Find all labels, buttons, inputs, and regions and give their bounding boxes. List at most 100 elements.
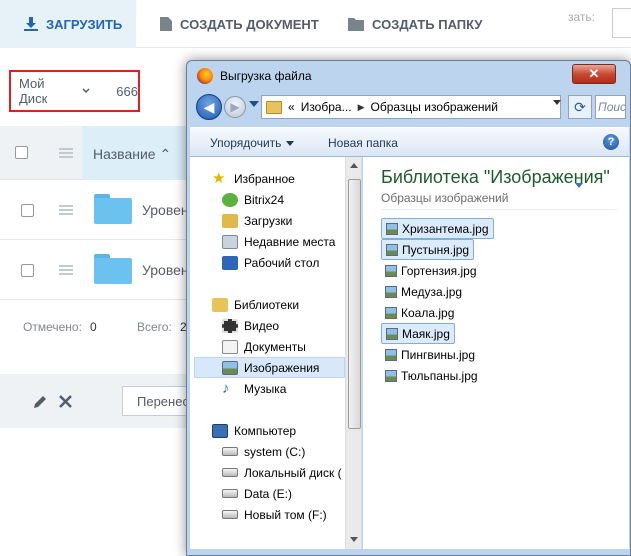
images-icon	[222, 360, 238, 375]
file-upload-dialog: Выгрузка файла ✕ ◀ ▶ « Изобра... ▶ Образ…	[186, 60, 631, 556]
create-document-label: СОЗДАТЬ ДОКУМЕНТ	[180, 16, 319, 32]
close-button[interactable]: ✕	[572, 64, 616, 84]
chevron-down-icon	[82, 88, 90, 94]
file-item[interactable]: Коала.jpg	[381, 302, 458, 323]
help-icon[interactable]: ?	[603, 134, 619, 150]
nav-video[interactable]: Видео	[222, 315, 361, 336]
pencil-icon[interactable]	[32, 394, 48, 410]
file-item[interactable]: Пустыня.jpg	[381, 239, 475, 260]
nav-drive-f[interactable]: Новый том (F:)	[222, 504, 361, 525]
row-menu-icon[interactable]	[59, 205, 73, 215]
address-part-1[interactable]: Изобра...	[301, 100, 352, 114]
image-file-icon	[385, 264, 397, 277]
select-all-checkbox[interactable]	[15, 146, 28, 159]
file-name: Гортензия.jpg	[401, 263, 477, 278]
new-folder-button[interactable]: Новая папка	[328, 136, 398, 150]
address-dropdown-icon[interactable]	[553, 100, 561, 105]
nav-bitrix24[interactable]: Bitrix24	[222, 189, 361, 210]
nav-libraries[interactable]: Библиотеки	[212, 294, 361, 315]
image-file-icon	[385, 369, 397, 382]
organize-button[interactable]: Упорядочить	[210, 136, 295, 150]
breadcrumb-arrow-icon: ▶	[357, 101, 365, 112]
drive-icon	[222, 447, 238, 456]
row-checkbox[interactable]	[21, 204, 34, 217]
file-item[interactable]: Медуза.jpg	[381, 281, 466, 302]
checked-value: 0	[90, 320, 97, 334]
row-name[interactable]: Уровен	[142, 202, 189, 218]
refresh-icon[interactable]: ⟳	[568, 95, 592, 119]
nav-favorites[interactable]: ★ Избранное	[212, 168, 361, 189]
nav-recent-places[interactable]: Недавние места	[222, 231, 361, 252]
file-item[interactable]: Гортензия.jpg	[381, 260, 481, 281]
row-checkbox[interactable]	[21, 264, 34, 277]
computer-icon	[212, 423, 228, 438]
navigation-bar: ◀ ▶ « Изобра... ▶ Образцы изображений ⟳ …	[193, 93, 626, 123]
folder-icon	[266, 100, 282, 114]
address-prefix: «	[288, 100, 295, 114]
nav-scrollbar[interactable]	[345, 157, 361, 549]
file-name: Коала.jpg	[401, 305, 455, 320]
nav-music[interactable]: ♪ Музыка	[222, 378, 361, 399]
file-name: Маяк.jpg	[402, 326, 450, 341]
download-icon	[24, 17, 38, 31]
file-item[interactable]: Маяк.jpg	[381, 323, 455, 344]
nav-local-disk[interactable]: Локальный диск (	[222, 462, 361, 483]
file-name: Пингвины.jpg	[401, 347, 476, 362]
document-icon	[160, 17, 172, 31]
desktop-icon	[222, 255, 238, 270]
dialog-search-input[interactable]: Поиск	[595, 95, 626, 119]
forward-arrow-icon[interactable]: ▶	[224, 96, 246, 118]
drive-icon	[222, 489, 238, 498]
drive-icon	[222, 510, 238, 519]
row-menu-icon[interactable]	[59, 265, 73, 275]
video-icon	[222, 318, 238, 333]
checked-label: Отмечено:	[23, 320, 82, 334]
file-item[interactable]: Тюльпаны.jpg	[381, 365, 482, 386]
recent-places-icon	[222, 234, 238, 249]
disk-count: 666	[116, 83, 138, 99]
sort-arrow-icon: ⌃	[159, 146, 172, 162]
column-name-header[interactable]: Название ⌃	[93, 146, 171, 163]
create-document-button[interactable]: СОЗДАТЬ ДОКУМЕНТ	[160, 0, 319, 48]
image-file-icon	[386, 222, 398, 235]
nav-drive-c[interactable]: system (C:)	[222, 441, 361, 462]
address-bar[interactable]: « Изобра... ▶ Образцы изображений	[261, 95, 561, 119]
nav-downloads[interactable]: Загрузки	[222, 210, 361, 231]
arrange-dropdown-icon[interactable]	[575, 183, 583, 188]
menu-icon[interactable]	[59, 148, 73, 158]
file-item[interactable]: Пингвины.jpg	[381, 344, 479, 365]
create-folder-button[interactable]: СОЗДАТЬ ПАПКУ	[348, 0, 482, 48]
image-file-icon	[385, 306, 397, 319]
downloads-folder-icon	[222, 213, 238, 228]
folder-icon	[348, 17, 364, 31]
file-list-pane: Библиотека "Изображения" Образцы изображ…	[363, 157, 629, 549]
upload-button[interactable]: ЗАГРУЗИТЬ	[0, 0, 136, 48]
history-dropdown-icon[interactable]	[249, 101, 259, 107]
row-name[interactable]: Уровен	[142, 262, 189, 278]
create-folder-label: СОЗДАТЬ ПАПКУ	[372, 16, 483, 32]
nav-computer[interactable]: Компьютер	[212, 420, 361, 441]
folder-icon	[94, 254, 132, 284]
caret-down-icon	[286, 141, 295, 147]
scroll-thumb[interactable]	[348, 179, 361, 429]
total-label: Всего:	[137, 320, 172, 334]
search-input[interactable]	[612, 8, 631, 38]
scroll-down-icon[interactable]	[350, 537, 358, 542]
nav-documents[interactable]: Документы	[222, 336, 361, 357]
address-part-2[interactable]: Образцы изображений	[371, 100, 498, 114]
scroll-up-icon[interactable]	[350, 163, 358, 168]
disk-selector[interactable]: Мой Диск 666	[9, 70, 140, 112]
firefox-icon	[197, 68, 213, 84]
image-file-icon	[386, 243, 398, 256]
file-item[interactable]: Хризантема.jpg	[381, 218, 494, 239]
delete-icon[interactable]	[59, 395, 72, 408]
music-icon: ♪	[222, 379, 230, 397]
image-file-icon	[385, 285, 397, 298]
nav-desktop[interactable]: Рабочий стол	[222, 252, 361, 273]
nav-drive-e[interactable]: Data (E:)	[222, 483, 361, 504]
upload-label: ЗАГРУЗИТЬ	[46, 16, 123, 32]
nav-images[interactable]: Изображения	[194, 357, 345, 378]
image-file-icon	[386, 327, 398, 340]
back-arrow-icon[interactable]: ◀	[196, 94, 222, 120]
bitrix-icon	[222, 192, 238, 207]
